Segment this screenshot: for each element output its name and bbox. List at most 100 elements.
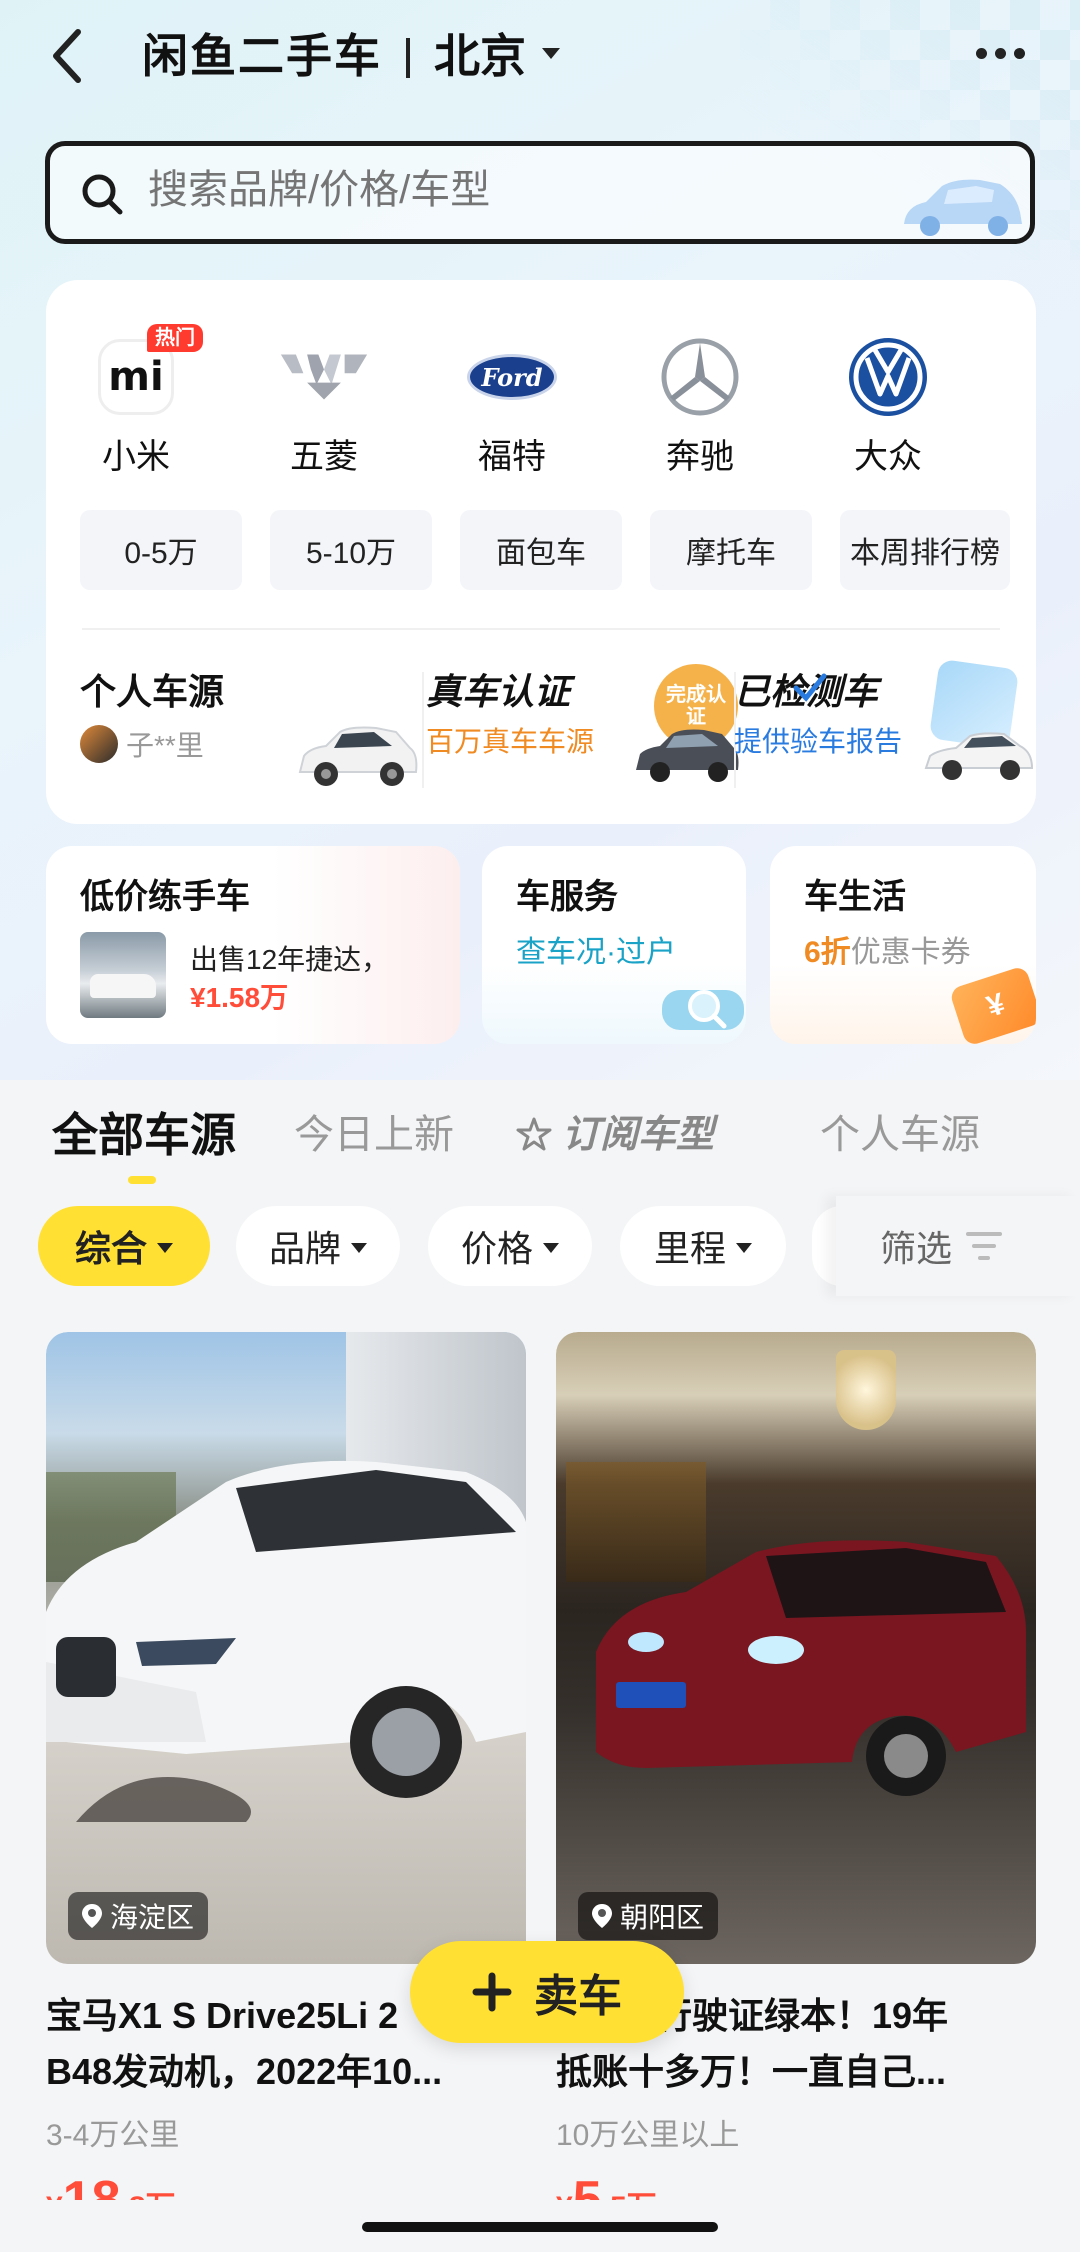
chip-price-5-10[interactable]: 5-10万 bbox=[270, 510, 432, 590]
search-bar[interactable] bbox=[45, 141, 1035, 244]
tab-all-sources[interactable]: 全部车源 bbox=[52, 1108, 236, 1162]
listing-title-line2: 抵账十多万！一直自己... bbox=[556, 2051, 947, 2092]
promo-car-service[interactable]: 车服务 查车况·过户 bbox=[482, 846, 746, 1044]
listing-card[interactable]: 海淀区 宝马X1 S Drive25Li 2 B48发动机，2022年10...… bbox=[46, 1332, 526, 2252]
brand-xiaomi[interactable]: mi 热门 小米 bbox=[66, 324, 206, 478]
listing-photo[interactable]: 朝阳区 bbox=[556, 1332, 1036, 1964]
brand-ford[interactable]: Ford 福特 bbox=[442, 332, 582, 478]
filter-funnel-icon bbox=[966, 1232, 1003, 1260]
brand-volkswagen[interactable]: 大众 bbox=[818, 332, 958, 478]
dot-icon bbox=[1014, 48, 1025, 59]
category-card: mi 热门 小米 五菱 Ford 福特 奔驰 大众 0-5万 5-10万 面包车… bbox=[46, 280, 1036, 824]
feature-title: 个人车源 bbox=[80, 671, 225, 712]
hot-badge: 热门 bbox=[147, 324, 203, 352]
suv-white-icon bbox=[298, 726, 418, 786]
car-illustration-icon bbox=[904, 179, 1022, 236]
promo-title: 车服务 bbox=[516, 878, 618, 916]
feature-personal-source[interactable]: 个人车源 子**里 bbox=[80, 670, 420, 800]
xiaomi-logo-icon: mi 热门 bbox=[91, 324, 203, 422]
sell-car-label: 卖车 bbox=[534, 1972, 622, 2021]
star-plus-icon bbox=[516, 1117, 552, 1151]
promo-cheap-cars[interactable]: 低价练手车 出售12年捷达， ¥1.58万 bbox=[46, 846, 460, 1044]
filter-label: 里程 bbox=[653, 1228, 726, 1269]
location-pin-icon bbox=[82, 1904, 102, 1928]
filter-comprehensive[interactable]: 综合 bbox=[38, 1206, 210, 1286]
location-pin-icon bbox=[592, 1904, 612, 1928]
filter-label: 品牌 bbox=[268, 1228, 341, 1269]
location-text: 朝阳区 bbox=[620, 1902, 705, 1933]
listing-mileage: 3-4万公里 bbox=[46, 2119, 180, 2152]
filter-brand[interactable]: 品牌 bbox=[236, 1206, 400, 1286]
filter-mileage[interactable]: 里程 bbox=[620, 1206, 786, 1286]
chip-motorcycle[interactable]: 摩托车 bbox=[650, 510, 812, 590]
title-separator bbox=[406, 38, 410, 78]
listing-card[interactable]: 朝阳区 行驶证绿本！19年 抵账十多万！一直自己... 10万公里以上 ¥5.5… bbox=[556, 1332, 1036, 2252]
top-bar: 闲鱼二手车 北京 bbox=[0, 20, 1080, 90]
sedan-white-icon bbox=[924, 732, 1034, 780]
promo-car-life[interactable]: 车生活 6折优惠卡券 ¥ bbox=[770, 846, 1036, 1044]
caret-down-icon bbox=[157, 1243, 173, 1253]
filter-price[interactable]: 价格 bbox=[428, 1206, 592, 1286]
search-input[interactable] bbox=[148, 168, 748, 213]
avatar bbox=[80, 725, 118, 763]
plus-icon bbox=[472, 1972, 512, 2012]
coupon-icon: ¥ bbox=[948, 965, 1036, 1044]
city-selector[interactable]: 北京 bbox=[434, 28, 526, 84]
home-indicator[interactable] bbox=[362, 2222, 718, 2232]
ford-logo-text: Ford bbox=[467, 354, 557, 400]
location-badge: 海淀区 bbox=[68, 1892, 209, 1940]
suv-dark-icon bbox=[636, 729, 739, 782]
listing-title-line2: B48发动机，2022年10... bbox=[46, 2051, 443, 2092]
brand-name: 小米 bbox=[102, 438, 170, 476]
volkswagen-logo-icon bbox=[843, 332, 933, 422]
caret-down-icon bbox=[736, 1243, 752, 1253]
back-button[interactable] bbox=[42, 26, 92, 86]
tab-today-new[interactable]: 今日上新 bbox=[294, 1108, 454, 1162]
chip-price-0-5[interactable]: 0-5万 bbox=[80, 510, 242, 590]
tab-indicator bbox=[128, 1176, 156, 1184]
promo-title: 车生活 bbox=[804, 878, 906, 916]
back-arrow-icon bbox=[53, 29, 81, 83]
screen-filter-button[interactable]: 筛选 bbox=[836, 1196, 1080, 1296]
filter-label: 价格 bbox=[460, 1228, 533, 1269]
promo-subtitle: 优惠卡券 bbox=[850, 936, 971, 969]
more-button[interactable] bbox=[976, 48, 1025, 59]
feature-divider bbox=[422, 672, 424, 788]
listing-photo[interactable]: 海淀区 bbox=[46, 1332, 526, 1964]
city-caret-icon[interactable] bbox=[542, 48, 560, 59]
promo-thumbnail bbox=[80, 932, 166, 1018]
wuling-logo-icon bbox=[279, 332, 369, 422]
brand-benz[interactable]: 奔驰 bbox=[630, 332, 770, 478]
tab-personal[interactable]: 个人车源 bbox=[820, 1108, 980, 1162]
dot-icon bbox=[976, 48, 987, 59]
brand-name: 福特 bbox=[478, 438, 546, 476]
filter-label: 综合 bbox=[74, 1228, 147, 1269]
dot-icon bbox=[995, 48, 1006, 59]
brand-name: 五菱 bbox=[290, 438, 358, 476]
promo-subtitle: 查车况·过户 bbox=[516, 936, 676, 969]
promo-price: ¥1.58万 bbox=[190, 982, 289, 1013]
brand-wuling[interactable]: 五菱 bbox=[254, 332, 394, 478]
listing-mileage: 10万公里以上 bbox=[556, 2119, 740, 2152]
chip-van[interactable]: 面包车 bbox=[460, 510, 622, 590]
promo-title: 低价练手车 bbox=[80, 878, 250, 916]
ford-logo-icon: Ford bbox=[467, 332, 557, 422]
sell-car-button[interactable]: 卖车 bbox=[410, 1941, 684, 2043]
page-title: 闲鱼二手车 bbox=[142, 30, 382, 82]
search-icon bbox=[82, 174, 123, 215]
car-search-icon bbox=[662, 990, 744, 1030]
chip-weekly-ranking[interactable]: 本周排行榜 bbox=[840, 510, 1010, 590]
location-badge: 朝阳区 bbox=[578, 1892, 719, 1940]
feature-verified-cars[interactable]: 真车认证 百万真车车源 完成认证 bbox=[426, 664, 756, 800]
promo-highlight: 6折 bbox=[804, 936, 851, 969]
brand-name: 奔驰 bbox=[666, 438, 734, 476]
mercedes-logo-icon bbox=[655, 332, 745, 422]
location-text: 海淀区 bbox=[110, 1902, 195, 1933]
promo-line: 出售12年捷达， bbox=[190, 944, 390, 975]
divider bbox=[82, 628, 1000, 630]
tab-subscribe[interactable]: 订阅车型 bbox=[516, 1108, 714, 1162]
caret-down-icon bbox=[543, 1243, 559, 1253]
brand-name: 大众 bbox=[854, 438, 922, 476]
caret-down-icon bbox=[351, 1243, 367, 1253]
feature-inspected-cars[interactable]: 已检测车 提供验车报告 bbox=[734, 658, 1034, 800]
